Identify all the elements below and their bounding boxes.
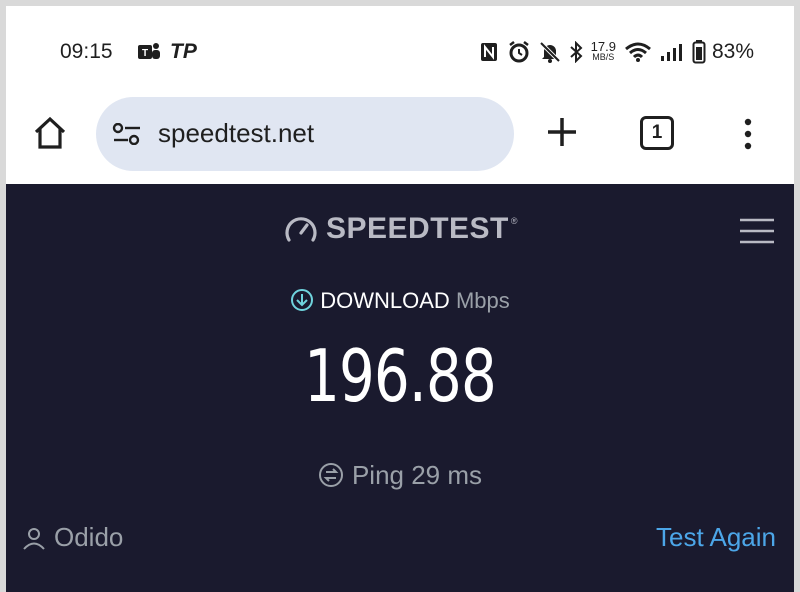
logo-text: SPEEDTEST — [326, 212, 509, 245]
download-header: DOWNLOAD Mbps — [6, 288, 794, 318]
speedtest-logo[interactable]: SPEEDTEST ® — [284, 212, 518, 246]
phone-screen: 09:15 T TP 17.9 MB/S 83% speedtest.net 1… — [6, 6, 794, 592]
status-icons: 17.9 MB/S 83% — [479, 38, 754, 66]
gauge-icon — [285, 217, 317, 242]
battery-icon — [692, 40, 706, 64]
ping-icon — [318, 462, 344, 495]
download-unit: Mbps — [455, 288, 510, 313]
test-again-link[interactable]: Test Again — [656, 522, 776, 553]
speedtest-page: SPEEDTEST ® DOWNLOAD Mbps 196.88 Ping 29… — [6, 184, 794, 592]
bluetooth-icon — [569, 41, 583, 63]
hamburger-icon — [740, 218, 774, 244]
isp-name: Odido — [54, 522, 124, 552]
isp-info: Odido — [22, 522, 123, 553]
browser-toolbar: speedtest.net 1 — [6, 92, 794, 184]
address-bar[interactable]: speedtest.net — [96, 97, 514, 171]
user-icon — [23, 527, 45, 550]
nfc-icon — [479, 41, 499, 63]
download-speed-value: 196.88 — [304, 334, 497, 418]
download-arrow-icon — [290, 288, 314, 318]
network-speed-indicator: 17.9 MB/S — [590, 39, 616, 62]
home-icon — [34, 116, 66, 149]
url-text[interactable]: speedtest.net — [158, 118, 314, 149]
battery-percentage: 83% — [711, 40, 754, 63]
hamburger-menu-button[interactable] — [740, 218, 774, 244]
cell-signal-icon — [660, 42, 684, 62]
ping-row: Ping 29 ms — [6, 460, 794, 495]
status-bar: 09:15 T TP 17.9 MB/S 83% — [6, 6, 794, 92]
svg-text:T: T — [142, 48, 148, 59]
plus-icon — [548, 118, 576, 146]
tp-icon: TP — [170, 40, 197, 63]
ping-text: Ping 29 ms — [351, 460, 483, 490]
teams-icon: T — [136, 40, 162, 64]
wifi-icon — [624, 41, 652, 63]
new-tab-button[interactable] — [544, 114, 580, 150]
alarm-icon — [507, 40, 531, 64]
status-time: 09:15 — [60, 40, 113, 63]
kebab-menu-icon — [744, 118, 752, 150]
logo-trademark: ® — [510, 216, 518, 226]
mute-notifications-icon — [539, 41, 561, 63]
tab-switcher-button[interactable]: 1 — [640, 116, 674, 150]
download-label: DOWNLOAD — [320, 288, 450, 313]
home-button[interactable] — [30, 113, 70, 153]
more-options-button[interactable] — [738, 114, 758, 154]
site-settings-icon[interactable] — [112, 122, 142, 150]
